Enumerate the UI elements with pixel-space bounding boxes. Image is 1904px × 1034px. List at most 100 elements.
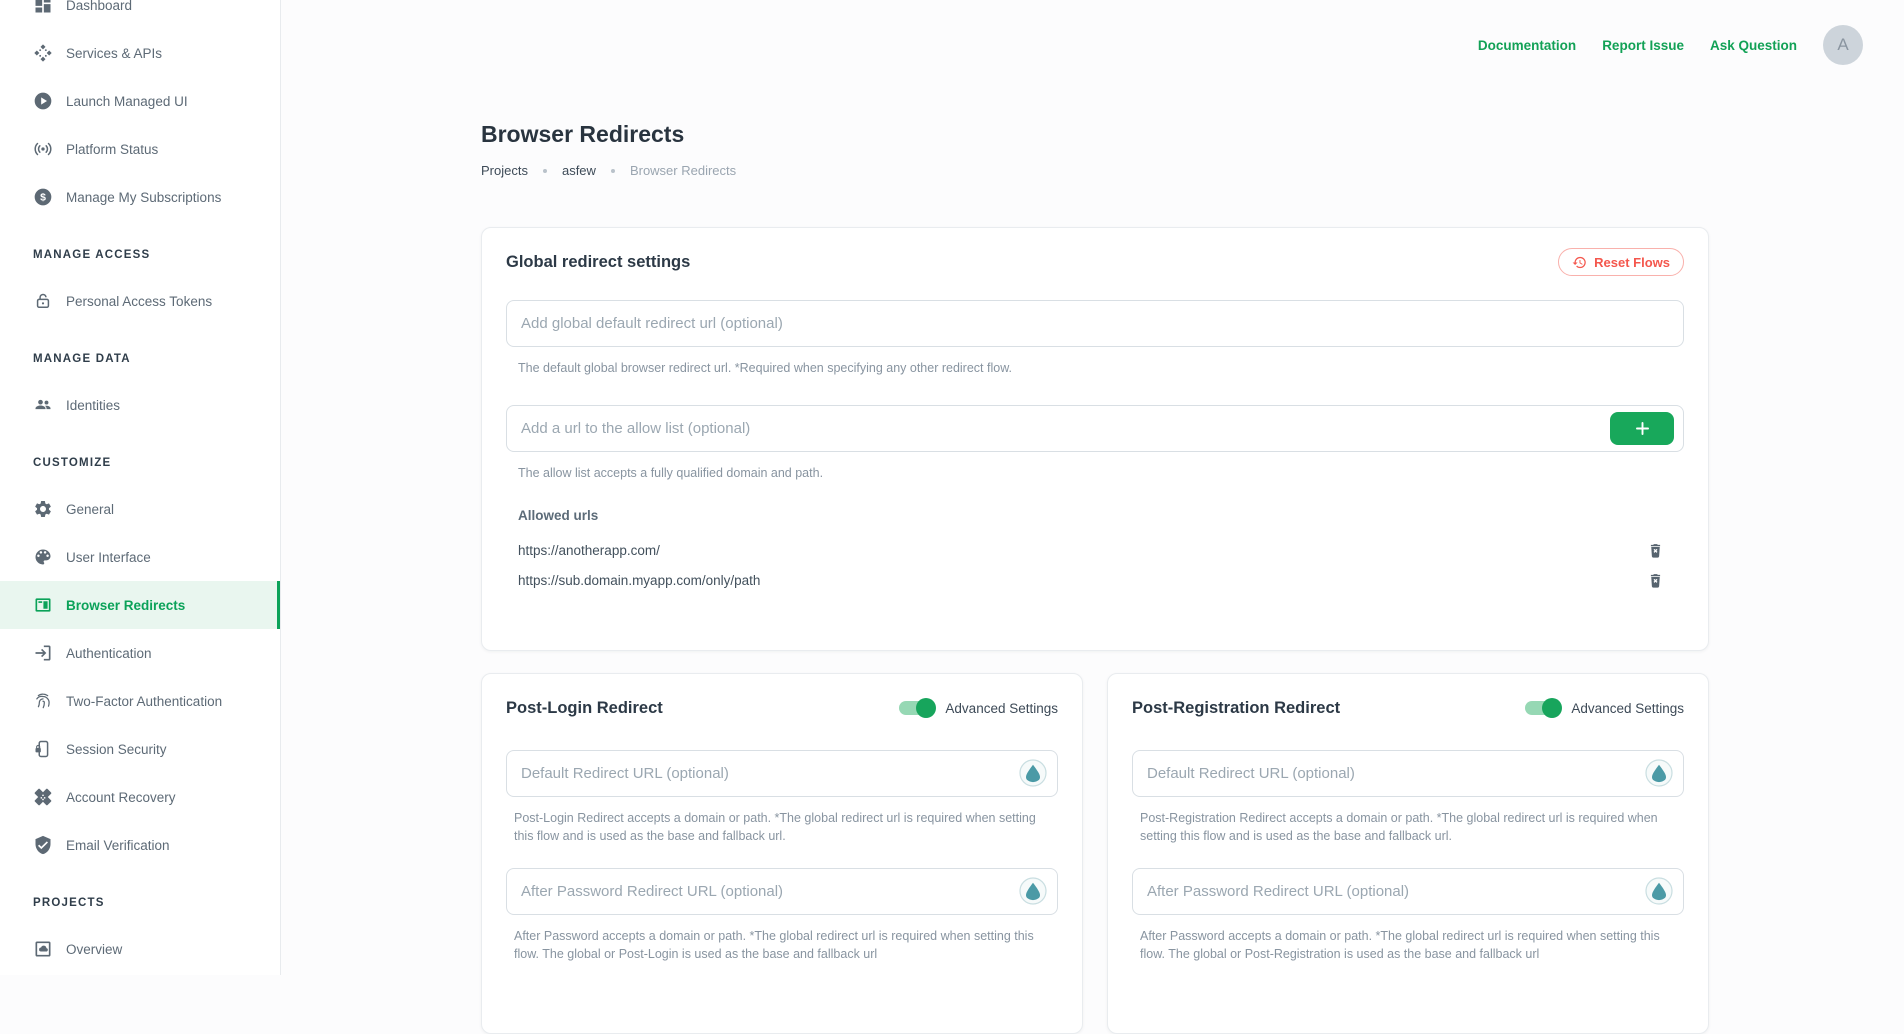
post-login-redirect-card: Post-Login Redirect Advanced Settings Po… (481, 673, 1083, 1034)
phone-lock-icon (33, 739, 53, 759)
svg-text:$: $ (40, 193, 46, 204)
sidebar-item-overview[interactable]: Overview (0, 925, 280, 973)
delete-url-button[interactable] (1646, 540, 1664, 560)
sidebar-item-label: Platform Status (66, 142, 158, 157)
sidebar-item-session-security[interactable]: Session Security (0, 725, 280, 773)
breadcrumb-current: Browser Redirects (630, 163, 736, 178)
global-default-redirect-input[interactable] (506, 300, 1684, 347)
palette-icon (33, 547, 53, 567)
lock-icon (33, 291, 53, 311)
user-avatar[interactable]: A (1823, 25, 1863, 65)
sidebar-item-manage-my-subscriptions[interactable]: $ Manage My Subscriptions (0, 173, 280, 221)
sidebar-item-platform-status[interactable]: Platform Status (0, 125, 280, 173)
image-icon (33, 939, 53, 959)
sidebar-item-label: Launch Managed UI (66, 94, 188, 109)
sidebar-item-label: Email Verification (66, 838, 170, 853)
post-registration-after-help: After Password accepts a domain or path.… (1140, 927, 1684, 963)
gear-icon (33, 499, 53, 519)
mountain-icon (1645, 877, 1673, 905)
allow-list-help: The allow list accepts a fully qualified… (518, 464, 1684, 482)
mountain-icon (1645, 759, 1673, 787)
bandage-icon (33, 787, 53, 807)
sidebar-item-label: Session Security (66, 742, 167, 757)
reset-flows-label: Reset Flows (1594, 255, 1670, 270)
sidebar: Dashboard Services & APIs Launch Managed U… (0, 0, 281, 975)
sidebar-item-account-recovery[interactable]: Account Recovery (0, 773, 280, 821)
trash-icon (1647, 541, 1664, 560)
breadcrumb-project-name[interactable]: asfew (562, 163, 596, 178)
sidebar-item-label: General (66, 502, 114, 517)
post-registration-after-password-input[interactable] (1132, 868, 1684, 915)
sidebar-section-header-manage-data: MANAGE DATA (0, 337, 280, 381)
breadcrumb: Projects asfew Browser Redirects (481, 163, 1709, 178)
post-registration-advanced-settings-toggle[interactable] (1525, 701, 1561, 715)
history-icon (1572, 255, 1587, 270)
sidebar-item-label: Dashboard (66, 0, 132, 13)
sidebar-item-label: Browser Redirects (66, 598, 185, 613)
sidebar-item-label: Manage My Subscriptions (66, 190, 221, 205)
trash-icon (1647, 571, 1664, 590)
fingerprint-icon (33, 691, 53, 711)
sidebar-item-label: Services & APIs (66, 46, 162, 61)
post-login-card-title: Post-Login Redirect (506, 699, 663, 718)
sidebar-nav-list: Dashboard Services & APIs Launch Managed U… (0, 0, 280, 973)
services-icon (33, 43, 53, 63)
allow-list-url-input[interactable] (506, 405, 1684, 452)
sidebar-item-identities[interactable]: Identities (0, 381, 280, 429)
post-login-advanced-settings-toggle[interactable] (899, 701, 935, 715)
play-circle-icon (33, 91, 53, 111)
global-redirect-settings-card: Global redirect settings Reset Flows The… (481, 227, 1709, 651)
reset-flows-button[interactable]: Reset Flows (1558, 248, 1684, 276)
delete-url-button[interactable] (1646, 570, 1664, 590)
post-login-default-redirect-input[interactable] (506, 750, 1058, 797)
sidebar-item-user-interface[interactable]: User Interface (0, 533, 280, 581)
breadcrumb-separator-dot (543, 169, 547, 173)
documentation-link[interactable]: Documentation (1478, 38, 1576, 53)
sidebar-item-email-verification[interactable]: Email Verification (0, 821, 280, 869)
post-registration-card-title: Post-Registration Redirect (1132, 699, 1340, 718)
allowed-url-row: https://sub.domain.myapp.com/only/path (518, 565, 1664, 595)
sidebar-item-services-apis[interactable]: Services & APIs (0, 29, 280, 77)
ask-question-link[interactable]: Ask Question (1710, 38, 1797, 53)
sidebar-item-authentication[interactable]: Authentication (0, 629, 280, 677)
content-column: Browser Redirects Projects asfew Browser… (481, 0, 1709, 1034)
dollar-circle-icon: $ (33, 187, 53, 207)
report-issue-link[interactable]: Report Issue (1602, 38, 1684, 53)
sidebar-item-personal-access-tokens[interactable]: Personal Access Tokens (0, 277, 280, 325)
allowed-url-text: https://sub.domain.myapp.com/only/path (518, 573, 760, 588)
sidebar-item-launch-managed-ui[interactable]: Launch Managed UI (0, 77, 280, 125)
allowed-url-text: https://anotherapp.com/ (518, 543, 660, 558)
global-card-title: Global redirect settings (506, 253, 690, 272)
breadcrumb-separator-dot (611, 169, 615, 173)
sidebar-section-header-projects: PROJECTS (0, 881, 280, 925)
sidebar-item-browser-redirects[interactable]: Browser Redirects (0, 581, 280, 629)
post-registration-default-help: Post-Registration Redirect accepts a dom… (1140, 809, 1684, 845)
sidebar-item-label: Identities (66, 398, 120, 413)
mountain-icon (1019, 759, 1047, 787)
sidebar-item-label: Two-Factor Authentication (66, 694, 222, 709)
dashboard-icon (33, 0, 53, 15)
allowed-url-row: https://anotherapp.com/ (518, 535, 1664, 565)
post-login-after-password-input[interactable] (506, 868, 1058, 915)
shield-check-icon (33, 835, 53, 855)
advanced-settings-label: Advanced Settings (1571, 701, 1684, 716)
people-icon (33, 395, 53, 415)
sidebar-item-general[interactable]: General (0, 485, 280, 533)
post-login-after-help: After Password accepts a domain or path.… (514, 927, 1058, 963)
allowed-urls-list: https://anotherapp.com/https://sub.domai… (506, 535, 1684, 595)
sidebar-item-label: Authentication (66, 646, 152, 661)
sidebar-item-dashboard[interactable]: Dashboard (0, 0, 280, 29)
main-area: Documentation Report Issue Ask Question … (281, 0, 1904, 975)
toggle-knob (1542, 698, 1562, 718)
sidebar-item-label: Overview (66, 942, 122, 957)
sidebar-section-header-manage-access: MANAGE ACCESS (0, 233, 280, 277)
advanced-settings-label: Advanced Settings (945, 701, 1058, 716)
global-default-redirect-help: The default global browser redirect url.… (518, 359, 1684, 377)
add-allow-url-button[interactable] (1610, 412, 1674, 445)
radar-icon (33, 139, 53, 159)
post-login-default-help: Post-Login Redirect accepts a domain or … (514, 809, 1058, 845)
sidebar-item-two-factor-authentication[interactable]: Two-Factor Authentication (0, 677, 280, 725)
breadcrumb-projects[interactable]: Projects (481, 163, 528, 178)
sidebar-section-header-customize: CUSTOMIZE (0, 441, 280, 485)
post-registration-default-redirect-input[interactable] (1132, 750, 1684, 797)
